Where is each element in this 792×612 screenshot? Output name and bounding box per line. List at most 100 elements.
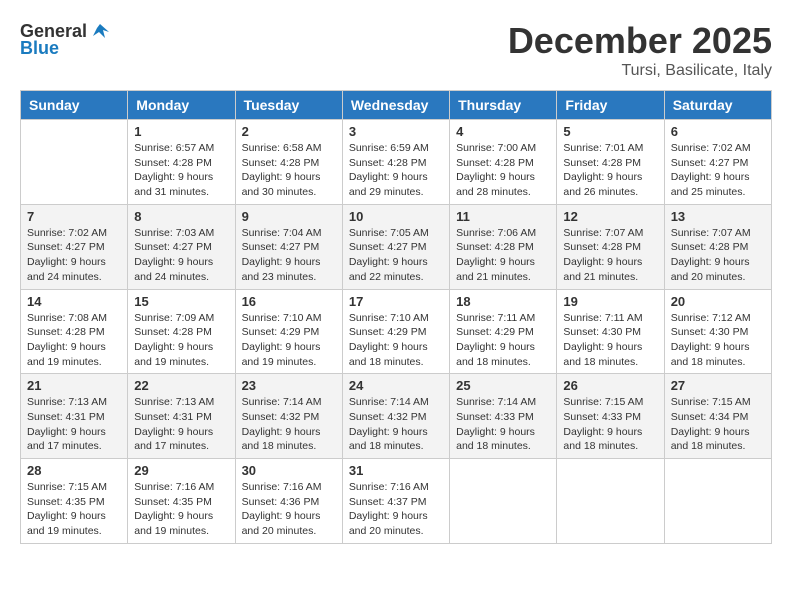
- day-info: Sunrise: 6:59 AM Sunset: 4:28 PM Dayligh…: [349, 141, 443, 200]
- calendar-table: SundayMondayTuesdayWednesdayThursdayFrid…: [20, 90, 772, 544]
- calendar-day-cell: 28 Sunrise: 7:15 AM Sunset: 4:35 PM Dayli…: [21, 459, 128, 544]
- calendar-day-cell: 18 Sunrise: 7:11 AM Sunset: 4:29 PM Dayli…: [450, 289, 557, 374]
- day-number: 6: [671, 124, 765, 139]
- page-header: General Blue December 2025 Tursi, Basili…: [20, 20, 772, 80]
- calendar-day-cell: 24 Sunrise: 7:14 AM Sunset: 4:32 PM Dayli…: [342, 374, 449, 459]
- calendar-day-header: Monday: [128, 91, 235, 120]
- logo-bird-icon: [89, 20, 111, 42]
- calendar-day-header: Saturday: [664, 91, 771, 120]
- calendar-day-cell: 21Sunrise: 7:13 AM Sunset: 4:31 PM Dayli…: [21, 374, 128, 459]
- calendar-day-cell: 9Sunrise: 7:04 AM Sunset: 4:27 PM Daylig…: [235, 204, 342, 289]
- calendar-day-cell: 4Sunrise: 7:00 AM Sunset: 4:28 PM Daylig…: [450, 120, 557, 205]
- day-info: Sunrise: 7:05 AM Sunset: 4:27 PM Dayligh…: [349, 226, 443, 285]
- calendar-day-cell: [557, 459, 664, 544]
- day-info: Sunrise: 7:15 AM Sunset: 4:34 PM Dayligh…: [671, 395, 765, 454]
- day-number: 29: [134, 463, 228, 478]
- day-number: 30: [242, 463, 336, 478]
- day-number: 16: [242, 294, 336, 309]
- calendar-day-cell: 27 Sunrise: 7:15 AM Sunset: 4:34 PM Dayli…: [664, 374, 771, 459]
- day-info: Sunrise: 7:15 AM Sunset: 4:35 PM Dayligh…: [27, 480, 121, 539]
- calendar-day-cell: 15 Sunrise: 7:09 AM Sunset: 4:28 PM Dayli…: [128, 289, 235, 374]
- title-block: December 2025 Tursi, Basilicate, Italy: [508, 20, 772, 80]
- day-info: Sunrise: 7:01 AM Sunset: 4:28 PM Dayligh…: [563, 141, 657, 200]
- calendar-day-cell: 25Sunrise: 7:14 AM Sunset: 4:33 PM Dayli…: [450, 374, 557, 459]
- calendar-day-cell: [21, 120, 128, 205]
- day-info: Sunrise: 7:14 AM Sunset: 4:32 PM Dayligh…: [349, 395, 443, 454]
- day-number: 19: [563, 294, 657, 309]
- day-info: Sunrise: 7:16 AM Sunset: 4:35 PM Dayligh…: [134, 480, 228, 539]
- day-number: 23: [242, 378, 336, 393]
- calendar-day-cell: 19 Sunrise: 7:11 AM Sunset: 4:30 PM Dayli…: [557, 289, 664, 374]
- day-number: 9: [242, 209, 336, 224]
- day-info: Sunrise: 7:09 AM Sunset: 4:28 PM Dayligh…: [134, 311, 228, 370]
- calendar-day-header: Sunday: [21, 91, 128, 120]
- day-number: 2: [242, 124, 336, 139]
- day-number: 28: [27, 463, 121, 478]
- day-info: Sunrise: 7:07 AM Sunset: 4:28 PM Dayligh…: [563, 226, 657, 285]
- calendar-day-cell: [450, 459, 557, 544]
- day-number: 26: [563, 378, 657, 393]
- day-number: 11: [456, 209, 550, 224]
- day-info: Sunrise: 6:57 AM Sunset: 4:28 PM Dayligh…: [134, 141, 228, 200]
- calendar-day-cell: 14 Sunrise: 7:08 AM Sunset: 4:28 PM Dayli…: [21, 289, 128, 374]
- day-number: 8: [134, 209, 228, 224]
- day-info: Sunrise: 7:15 AM Sunset: 4:33 PM Dayligh…: [563, 395, 657, 454]
- day-number: 27: [671, 378, 765, 393]
- calendar-week-row: 1 Sunrise: 6:57 AM Sunset: 4:28 PM Daylig…: [21, 120, 772, 205]
- calendar-day-header: Wednesday: [342, 91, 449, 120]
- day-info: Sunrise: 7:16 AM Sunset: 4:36 PM Dayligh…: [242, 480, 336, 539]
- day-number: 3: [349, 124, 443, 139]
- calendar-day-cell: 3 Sunrise: 6:59 AM Sunset: 4:28 PM Daylig…: [342, 120, 449, 205]
- day-info: Sunrise: 7:02 AM Sunset: 4:27 PM Dayligh…: [27, 226, 121, 285]
- calendar-day-cell: 7 Sunrise: 7:02 AM Sunset: 4:27 PM Daylig…: [21, 204, 128, 289]
- calendar-day-header: Tuesday: [235, 91, 342, 120]
- day-number: 21: [27, 378, 121, 393]
- calendar-day-cell: 30 Sunrise: 7:16 AM Sunset: 4:36 PM Dayli…: [235, 459, 342, 544]
- day-info: Sunrise: 7:08 AM Sunset: 4:28 PM Dayligh…: [27, 311, 121, 370]
- calendar-week-row: 7 Sunrise: 7:02 AM Sunset: 4:27 PM Daylig…: [21, 204, 772, 289]
- day-number: 10: [349, 209, 443, 224]
- calendar-day-cell: 16 Sunrise: 7:10 AM Sunset: 4:29 PM Dayli…: [235, 289, 342, 374]
- calendar-day-cell: 20Sunrise: 7:12 AM Sunset: 4:30 PM Dayli…: [664, 289, 771, 374]
- day-number: 17: [349, 294, 443, 309]
- day-info: Sunrise: 7:14 AM Sunset: 4:32 PM Dayligh…: [242, 395, 336, 454]
- calendar-week-row: 21Sunrise: 7:13 AM Sunset: 4:31 PM Dayli…: [21, 374, 772, 459]
- calendar-day-cell: 17 Sunrise: 7:10 AM Sunset: 4:29 PM Dayli…: [342, 289, 449, 374]
- day-number: 7: [27, 209, 121, 224]
- day-number: 24: [349, 378, 443, 393]
- day-info: Sunrise: 7:07 AM Sunset: 4:28 PM Dayligh…: [671, 226, 765, 285]
- day-info: Sunrise: 6:58 AM Sunset: 4:28 PM Dayligh…: [242, 141, 336, 200]
- calendar-week-row: 28 Sunrise: 7:15 AM Sunset: 4:35 PM Dayli…: [21, 459, 772, 544]
- logo: General Blue: [20, 20, 111, 59]
- day-info: Sunrise: 7:14 AM Sunset: 4:33 PM Dayligh…: [456, 395, 550, 454]
- calendar-day-cell: 6Sunrise: 7:02 AM Sunset: 4:27 PM Daylig…: [664, 120, 771, 205]
- day-info: Sunrise: 7:10 AM Sunset: 4:29 PM Dayligh…: [349, 311, 443, 370]
- calendar-day-cell: 29 Sunrise: 7:16 AM Sunset: 4:35 PM Dayli…: [128, 459, 235, 544]
- calendar-day-cell: [664, 459, 771, 544]
- day-info: Sunrise: 7:12 AM Sunset: 4:30 PM Dayligh…: [671, 311, 765, 370]
- calendar-day-cell: 12Sunrise: 7:07 AM Sunset: 4:28 PM Dayli…: [557, 204, 664, 289]
- day-info: Sunrise: 7:11 AM Sunset: 4:29 PM Dayligh…: [456, 311, 550, 370]
- location-title: Tursi, Basilicate, Italy: [508, 62, 772, 80]
- calendar-day-cell: 22Sunrise: 7:13 AM Sunset: 4:31 PM Dayli…: [128, 374, 235, 459]
- day-info: Sunrise: 7:16 AM Sunset: 4:37 PM Dayligh…: [349, 480, 443, 539]
- calendar-day-cell: 26 Sunrise: 7:15 AM Sunset: 4:33 PM Dayli…: [557, 374, 664, 459]
- day-number: 14: [27, 294, 121, 309]
- calendar-week-row: 14 Sunrise: 7:08 AM Sunset: 4:28 PM Dayli…: [21, 289, 772, 374]
- day-number: 1: [134, 124, 228, 139]
- calendar-day-cell: 13Sunrise: 7:07 AM Sunset: 4:28 PM Dayli…: [664, 204, 771, 289]
- month-title: December 2025: [508, 20, 772, 62]
- day-info: Sunrise: 7:10 AM Sunset: 4:29 PM Dayligh…: [242, 311, 336, 370]
- day-number: 22: [134, 378, 228, 393]
- calendar-day-cell: 5 Sunrise: 7:01 AM Sunset: 4:28 PM Daylig…: [557, 120, 664, 205]
- day-number: 5: [563, 124, 657, 139]
- calendar-day-cell: 8Sunrise: 7:03 AM Sunset: 4:27 PM Daylig…: [128, 204, 235, 289]
- day-info: Sunrise: 7:00 AM Sunset: 4:28 PM Dayligh…: [456, 141, 550, 200]
- day-number: 18: [456, 294, 550, 309]
- calendar-day-header: Thursday: [450, 91, 557, 120]
- day-info: Sunrise: 7:11 AM Sunset: 4:30 PM Dayligh…: [563, 311, 657, 370]
- calendar-day-cell: 10 Sunrise: 7:05 AM Sunset: 4:27 PM Dayli…: [342, 204, 449, 289]
- calendar-header-row: SundayMondayTuesdayWednesdayThursdayFrid…: [21, 91, 772, 120]
- day-number: 15: [134, 294, 228, 309]
- calendar-day-cell: 1 Sunrise: 6:57 AM Sunset: 4:28 PM Daylig…: [128, 120, 235, 205]
